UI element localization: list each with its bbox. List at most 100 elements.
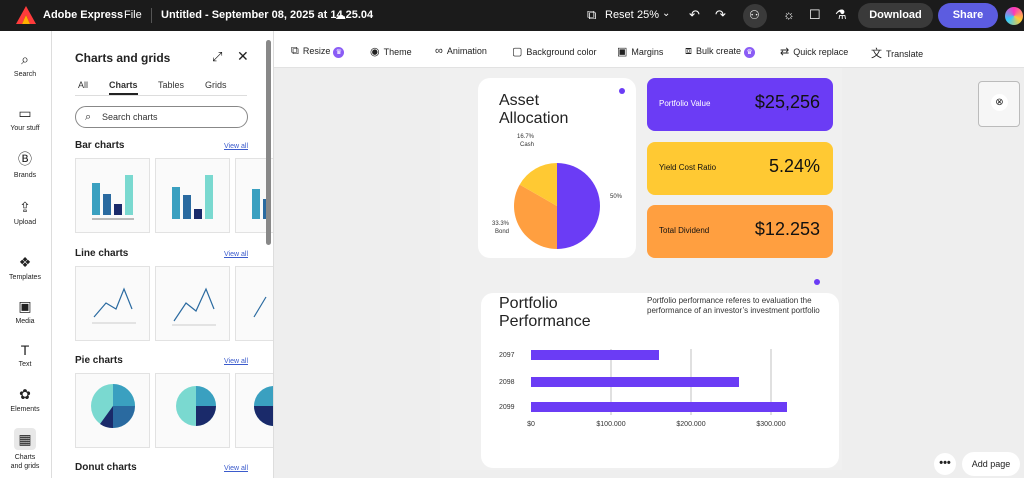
tab-charts[interactable]: Charts <box>109 80 138 95</box>
pie-chart-template[interactable] <box>155 373 230 448</box>
close-icon[interactable]: ✕ <box>237 48 249 65</box>
bar-2098 <box>531 377 739 387</box>
translate-icon: 文 <box>871 48 882 60</box>
pie-chart-thumbnail-icon <box>254 386 273 426</box>
invite-button[interactable]: ⚇ <box>743 4 767 28</box>
expand-icon[interactable]: ⤢ <box>212 49 222 65</box>
more-options-button[interactable]: ••• <box>934 453 956 475</box>
redo-icon[interactable]: ↷ <box>715 7 726 23</box>
rail-upload[interactable]: ⇪ Upload <box>0 199 50 226</box>
rail-your-stuff[interactable]: ▭ Your stuff <box>0 105 50 132</box>
undo-icon[interactable]: ↶ <box>689 7 700 23</box>
design-canvas[interactable]: Asset Allocation 16.7% Cash 33.3% Bond 5… <box>440 68 842 470</box>
quick-replace-button[interactable]: ⇄ Quick replace <box>780 45 848 58</box>
rail-label: Templates <box>9 274 41 281</box>
portfolio-value-card[interactable]: Portfolio Value $25,256 <box>647 78 833 131</box>
pie-chart-thumbnail-icon <box>91 384 135 429</box>
pie-chart-template[interactable] <box>235 373 273 448</box>
edit-toolbar: ⧉ Resize ♛ ◉ Theme ∞ Animation ▢ Background c… <box>274 31 1024 68</box>
resize-icon: ⧉ <box>291 45 299 57</box>
flask-icon[interactable]: ⚗ <box>835 7 847 23</box>
view-all-link[interactable]: View all <box>224 465 248 472</box>
folder-icon: ▭ <box>18 105 32 121</box>
pie-label-cash-pct: 16.7% <box>517 134 535 140</box>
reset-button[interactable]: Reset <box>605 9 634 21</box>
brand-icon: Ⓑ <box>18 151 32 167</box>
search-charts-input[interactable]: ⌕ Search charts <box>75 106 248 128</box>
y-tick-label: 2097 <box>499 352 515 359</box>
view-all-link[interactable]: View all <box>224 358 248 365</box>
rail-brands[interactable]: Ⓑ Brands <box>0 149 50 179</box>
margins-button[interactable]: ▣ Margins <box>617 45 663 58</box>
rail-media[interactable]: ▣ Media <box>0 298 50 325</box>
comment-icon[interactable]: ☐ <box>809 7 821 23</box>
pie-chart-thumbnail-icon <box>176 386 216 426</box>
avatar[interactable] <box>1005 7 1023 25</box>
pie-group <box>514 163 600 249</box>
x-tick-label: $200.000 <box>676 421 705 428</box>
panel-title: Charts and grids <box>75 51 171 65</box>
section-donut-charts: Donut charts <box>75 462 137 473</box>
zoom-level[interactable]: 25% <box>637 9 659 21</box>
line-chart-template[interactable] <box>155 266 230 341</box>
resize-button[interactable]: ⧉ Resize ♛ <box>291 45 345 58</box>
add-user-icon: ⚇ <box>749 8 760 22</box>
y-tick-label: 2099 <box>499 404 515 411</box>
reset-icon[interactable]: ⧉ <box>587 7 596 23</box>
pie-chart-template[interactable] <box>75 373 150 448</box>
search-icon: ⌕ <box>85 111 92 123</box>
rail-search[interactable]: ⌕ Search <box>0 51 50 78</box>
portfolio-performance-card[interactable]: Portfolio Performance Portfolio performa… <box>481 293 839 468</box>
rail-elements[interactable]: ✿ Elements <box>0 386 50 413</box>
app-name[interactable]: Adobe Express <box>43 9 123 21</box>
panel-scrollbar[interactable] <box>266 40 271 245</box>
toolbar-label: Quick replace <box>793 47 849 57</box>
rail-label: Upload <box>13 219 37 226</box>
section-bar-charts: Bar charts <box>75 140 125 151</box>
theme-button[interactable]: ◉ Theme <box>370 45 412 58</box>
download-button[interactable]: Download <box>858 3 933 28</box>
templates-icon: ❖ <box>18 254 32 270</box>
rail-text[interactable]: T Text <box>0 342 50 368</box>
x-tick-label: $100.000 <box>596 421 625 428</box>
x-tick-label: $0 <box>527 421 535 428</box>
section-line-charts: Line charts <box>75 248 129 259</box>
rail-templates[interactable]: ❖ Templates <box>0 254 50 281</box>
chevron-down-icon[interactable]: ⌄ <box>662 8 670 19</box>
bar-chart-thumbnail-icon <box>92 175 134 220</box>
bar-chart-template[interactable] <box>155 158 230 233</box>
rail-label: Your stuff <box>10 125 40 132</box>
tab-grids[interactable]: Grids <box>205 80 227 90</box>
page-thumbnail[interactable]: ⊗ <box>978 81 1020 127</box>
bulk-create-button[interactable]: ⧈ Bulk create ♛ <box>685 45 756 58</box>
animation-button[interactable]: ∞ Animation <box>435 45 487 57</box>
pie-label-bond-pct: 33.3% <box>492 221 510 227</box>
view-all-link[interactable]: View all <box>224 251 248 258</box>
left-rail: ⌕ Search ▭ Your stuff Ⓑ Brands ⇪ Upload ❖ Tem… <box>0 31 52 478</box>
total-dividend-card[interactable]: Total Dividend $12.253 <box>647 205 833 258</box>
bar-chart-template[interactable] <box>75 158 150 233</box>
tab-all[interactable]: All <box>78 80 88 90</box>
translate-button[interactable]: 文 Translate <box>871 45 923 61</box>
rail-label: Brands <box>13 172 37 179</box>
rail-label: Media <box>15 318 35 325</box>
tab-tables[interactable]: Tables <box>158 80 184 90</box>
asset-pie-chart: 16.7% Cash 33.3% Bond 50% <box>492 134 623 249</box>
adobe-express-logo-icon[interactable] <box>16 6 36 24</box>
performance-bar-chart: $0 $100.000 $200.000 $300.000 2097 2098 2099 <box>499 349 787 428</box>
text-icon: T <box>20 342 30 358</box>
line-chart-template[interactable] <box>75 266 150 341</box>
share-button[interactable]: Share <box>938 3 998 28</box>
stat-value: 5.24% <box>768 156 820 176</box>
add-page-button[interactable]: Add page <box>962 452 1020 476</box>
line-chart-template[interactable] <box>235 266 273 341</box>
asset-allocation-card[interactable]: Asset Allocation 16.7% Cash 33.3% Bond 5… <box>478 78 636 258</box>
pie-label-other-pct: 50% <box>610 194 623 200</box>
yield-cost-ratio-card[interactable]: Yield Cost Ratio 5.24% <box>647 142 833 195</box>
background-color-button[interactable]: ▢ Background color <box>512 45 596 58</box>
rail-charts-and-grids[interactable]: ▦ Charts and grids <box>0 428 50 471</box>
file-menu[interactable]: File <box>124 9 142 21</box>
lightbulb-icon[interactable]: ☼ <box>783 7 795 22</box>
cloud-sync-icon[interactable]: ☁ <box>335 9 346 22</box>
view-all-link[interactable]: View all <box>224 143 248 150</box>
